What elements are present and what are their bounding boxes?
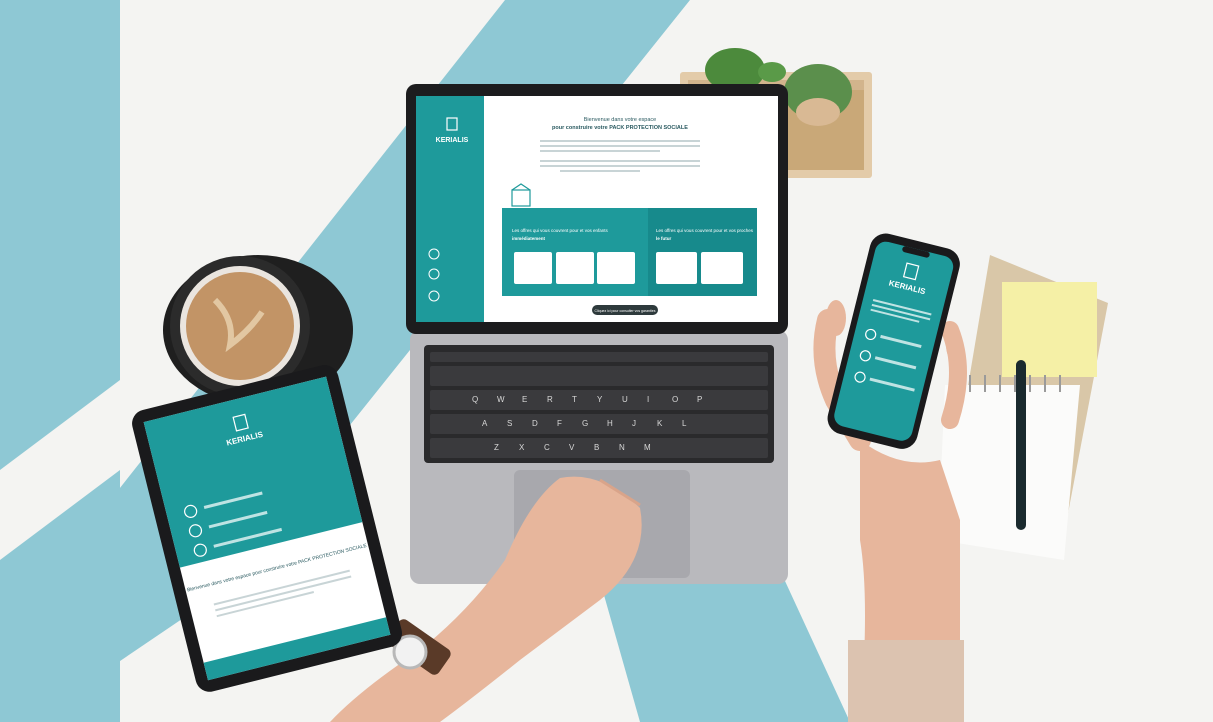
key-b: B (594, 443, 599, 452)
sleeve (848, 640, 964, 722)
key-n: N (619, 443, 625, 452)
offer-card[interactable] (514, 252, 552, 284)
laptop-logo-text: KERIALIS (436, 137, 469, 144)
key-e: E (522, 395, 527, 404)
key-x: X (519, 443, 525, 452)
key-u: U (622, 395, 628, 404)
key-r: R (547, 395, 553, 404)
key-o: O (672, 395, 678, 404)
key-j: J (632, 419, 636, 428)
offer-card[interactable] (701, 252, 743, 284)
panel-left-title: Les offres qui vous couvrent pour et vos… (512, 228, 608, 233)
key-z: Z (494, 443, 499, 452)
consult-cta-label: Cliquez ici pour consulter vos garanties (595, 309, 656, 313)
key-v: V (569, 443, 575, 452)
scene-illustration: Q W E R T Y U I O P A S D F G H J K L Z … (0, 0, 1213, 722)
panel-right-subtitle: le futur (656, 236, 671, 241)
key-p: P (697, 395, 702, 404)
key-h: H (607, 419, 613, 428)
panel-left-subtitle: immédiatement (512, 236, 546, 241)
key-l: L (682, 419, 687, 428)
laptop-heading-2: pour construire votre PACK PROTECTION SO… (552, 125, 688, 131)
pen (1016, 360, 1026, 530)
offer-cards (514, 252, 743, 284)
key-f: F (557, 419, 562, 428)
laptop-heading-1: Bienvenue dans votre espace (584, 117, 656, 123)
sticky-note (1002, 282, 1097, 377)
key-t: T (572, 395, 577, 404)
key-w: W (497, 395, 505, 404)
offer-card[interactable] (556, 252, 594, 284)
key-q: Q (472, 395, 478, 404)
key-y: Y (597, 395, 603, 404)
offer-card[interactable] (597, 252, 635, 284)
panel-right-title: Les offres qui vous couvrent pour et vos… (656, 228, 754, 233)
key-s: S (507, 419, 512, 428)
key-m: M (644, 443, 651, 452)
key-d: D (532, 419, 538, 428)
key-k: K (657, 419, 663, 428)
key-i: I (647, 395, 649, 404)
key-c: C (544, 443, 550, 452)
key-a: A (482, 419, 488, 428)
offer-card[interactable] (656, 252, 697, 284)
key-g: G (582, 419, 588, 428)
desk-scene: Q W E R T Y U I O P A S D F G H J K L Z … (0, 0, 1213, 722)
